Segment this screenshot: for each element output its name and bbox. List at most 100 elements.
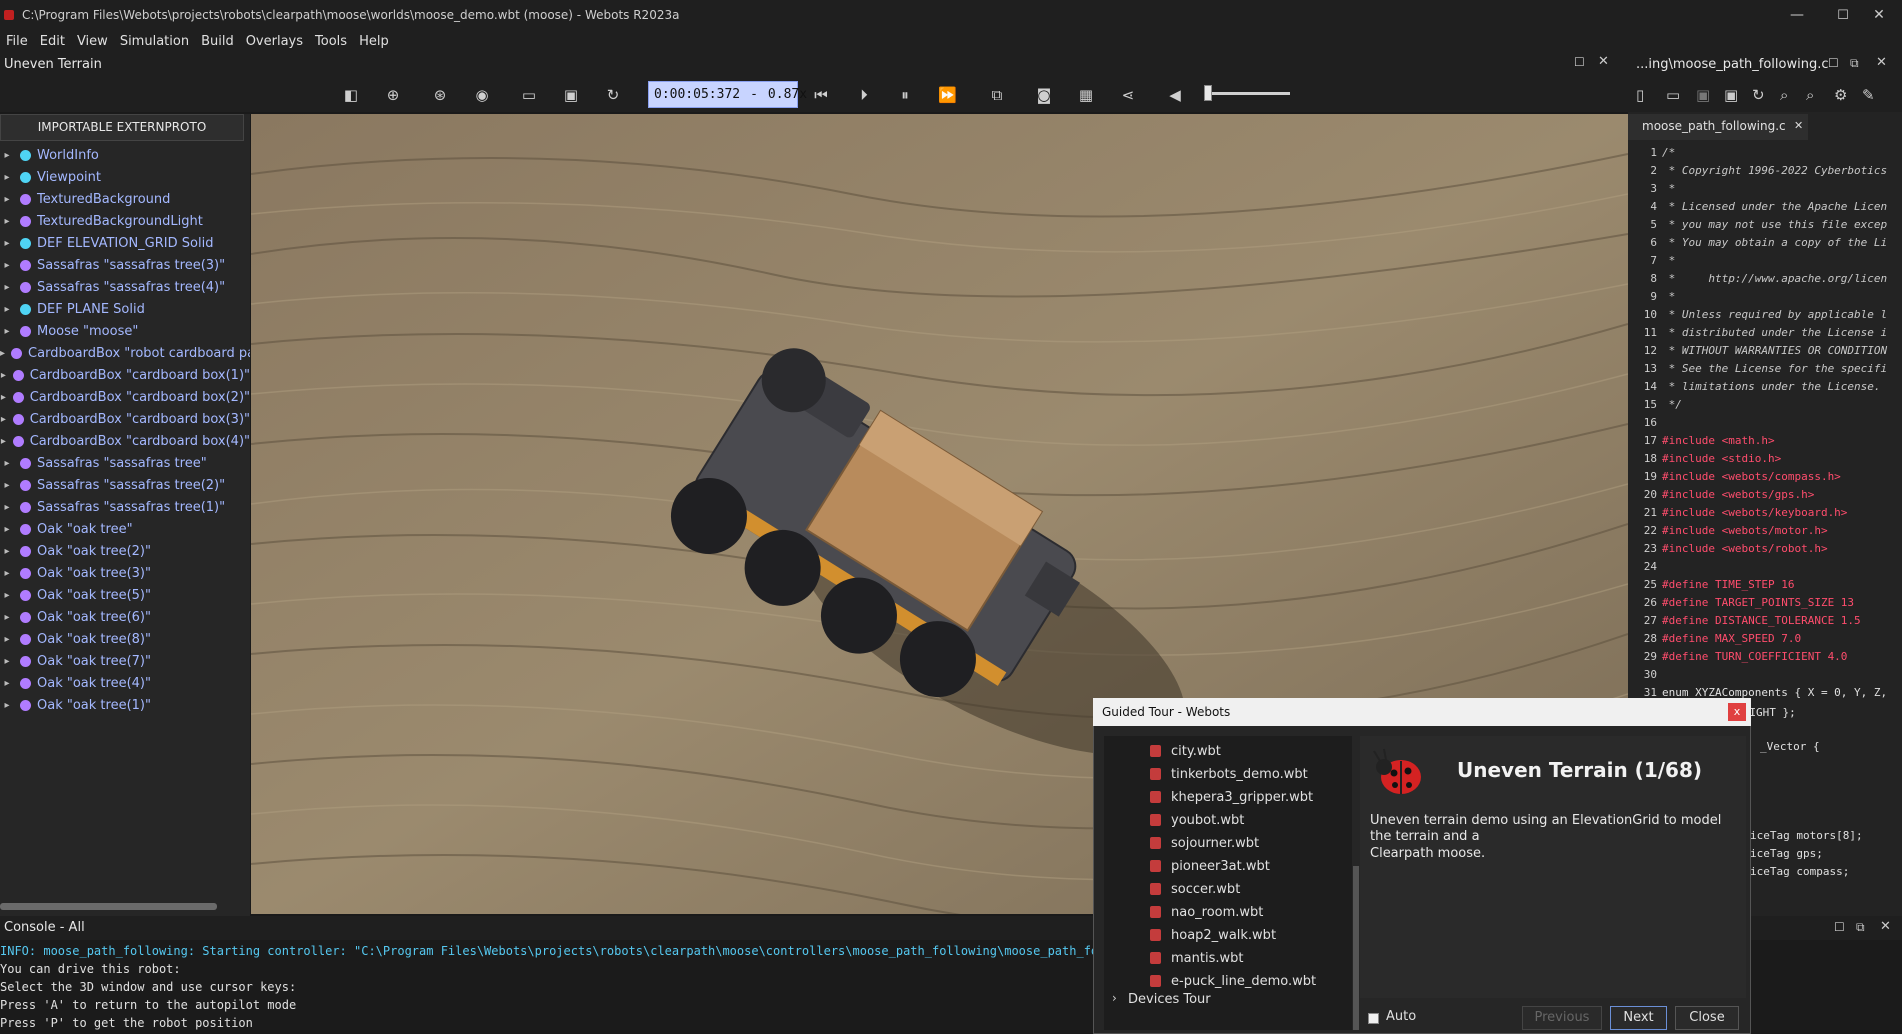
chevron-right-icon[interactable]: ▸ (0, 370, 7, 381)
tour-world-item[interactable]: nao_room.wbt (1150, 901, 1263, 923)
float-editor-icon[interactable]: ☐ (1828, 56, 1839, 70)
scene-tree-node[interactable]: ▸ DEF ELEVATION_GRID Solid (0, 232, 250, 254)
close-view-icon[interactable]: ✕ (1598, 54, 1609, 69)
open-file-icon[interactable]: ▭ (1666, 86, 1680, 104)
maximize-editor-icon[interactable]: ⧉ (1850, 56, 1859, 71)
pause-icon[interactable]: ⏸ (896, 86, 914, 104)
next-button[interactable]: Next (1610, 1006, 1667, 1030)
scene-tree-node[interactable]: ▸ Oak "oak tree(6)" (0, 606, 250, 628)
scene-tree-node[interactable]: ▸ Oak "oak tree(2)" (0, 540, 250, 562)
tour-world-item[interactable]: hoap2_walk.wbt (1150, 924, 1276, 946)
volume-slider-handle[interactable] (1204, 85, 1212, 101)
previous-button[interactable]: Previous (1522, 1006, 1602, 1030)
hide-scene-tree-icon[interactable]: ◧ (342, 86, 360, 104)
chevron-right-icon[interactable]: ▸ (0, 590, 14, 601)
tour-world-item[interactable]: mantis.wbt (1150, 947, 1243, 969)
scene-tree-node[interactable]: ▸ Viewpoint (0, 166, 250, 188)
tour-world-item[interactable]: sojourner.wbt (1150, 832, 1259, 854)
tour-world-item[interactable]: soccer.wbt (1150, 878, 1240, 900)
scene-tree-node[interactable]: ▸ Sassafras "sassafras tree(1)" (0, 496, 250, 518)
menu-tools[interactable]: Tools (309, 34, 353, 49)
chevron-right-icon[interactable]: ▸ (0, 634, 14, 645)
scene-tree-node[interactable]: ▸ WorldInfo (0, 144, 250, 166)
chevron-right-icon[interactable]: ▸ (0, 194, 14, 205)
scene-tree-node[interactable]: ▸ Sassafras "sassafras tree" (0, 452, 250, 474)
chevron-right-icon[interactable]: ▸ (0, 568, 14, 579)
reset-viewpoint-icon[interactable]: ⊛ (431, 86, 449, 104)
float-console-icon[interactable]: ☐ (1834, 920, 1845, 934)
scene-tree-node[interactable]: ▸ CardboardBox "cardboard box(4)" (0, 430, 250, 452)
devices-tour-section[interactable]: Devices Tour (1128, 992, 1211, 1007)
chevron-right-icon[interactable]: ▸ (0, 480, 14, 491)
screenshot-icon[interactable]: ◙ (1035, 86, 1053, 104)
record-movie-icon[interactable]: ▦ (1077, 86, 1095, 104)
chevron-right-icon[interactable]: ▸ (0, 304, 14, 315)
step-icon[interactable]: ⏵ (855, 86, 873, 104)
tour-world-item[interactable]: tinkerbots_demo.wbt (1150, 763, 1308, 785)
maximize-console-icon[interactable]: ⧉ (1856, 920, 1865, 935)
save-world-icon[interactable]: ▣ (562, 86, 580, 104)
chevron-right-icon[interactable]: ▸ (0, 150, 14, 161)
volume-slider-track[interactable] (1204, 92, 1290, 95)
chevron-right-icon[interactable]: ▸ (0, 612, 14, 623)
scene-tree-node[interactable]: ▸ DEF PLANE Solid (0, 298, 250, 320)
chevron-right-icon[interactable]: ▸ (0, 216, 14, 227)
scene-tree-node[interactable]: ▸ Sassafras "sassafras tree(4)" (0, 276, 250, 298)
auto-checkbox[interactable] (1368, 1013, 1379, 1024)
close-tour-button[interactable]: Close (1675, 1006, 1739, 1030)
menu-view[interactable]: View (71, 34, 114, 49)
build-settings-icon[interactable]: ⚙ (1834, 86, 1847, 104)
scene-tree-node[interactable]: ▸ Oak "oak tree(4)" (0, 672, 250, 694)
scene-tree-node[interactable]: ▸ Sassafras "sassafras tree(2)" (0, 474, 250, 496)
scene-tree-node[interactable]: ▸ Sassafras "sassafras tree(3)" (0, 254, 250, 276)
menu-file[interactable]: File (0, 34, 34, 49)
eye-icon[interactable]: ◉ (473, 86, 491, 104)
chevron-right-icon[interactable]: ▸ (0, 414, 7, 425)
scene-tree-node[interactable]: ▸ CardboardBox "cardboard box(3)" (0, 408, 250, 430)
scene-tree-node[interactable]: ▸ CardboardBox "robot cardboard pay (0, 342, 250, 364)
chevron-right-icon[interactable]: ▸ (0, 436, 7, 447)
tour-world-item[interactable]: pioneer3at.wbt (1150, 855, 1270, 877)
chevron-right-icon[interactable]: ▸ (0, 392, 7, 403)
close-window-button[interactable]: ✕ (1856, 0, 1902, 30)
tour-list-scrollbar-track[interactable] (1352, 736, 1360, 1030)
reset-simulation-icon[interactable]: ⏮ (812, 86, 830, 104)
tour-world-item[interactable]: youbot.wbt (1150, 809, 1244, 831)
chevron-right-icon[interactable]: ▸ (0, 282, 14, 293)
save-as-icon[interactable]: ▣ (1724, 86, 1738, 104)
menu-simulation[interactable]: Simulation (114, 34, 195, 49)
revert-icon[interactable]: ↻ (1752, 86, 1765, 104)
editor-tab-close-icon[interactable]: ✕ (1794, 119, 1803, 132)
open-world-icon[interactable]: ▭ (520, 86, 538, 104)
chevron-right-icon[interactable]: ▸ (0, 260, 14, 271)
rendering-icon[interactable]: ⧉ (988, 86, 1006, 104)
reload-world-icon[interactable]: ↻ (604, 86, 622, 104)
chevron-right-icon[interactable]: ▸ (0, 678, 14, 689)
tour-world-item[interactable]: city.wbt (1150, 740, 1221, 762)
scene-tree-node[interactable]: ▸ Oak "oak tree" (0, 518, 250, 540)
menu-edit[interactable]: Edit (34, 34, 71, 49)
chevron-right-icon[interactable]: ▸ (0, 656, 14, 667)
save-file-icon[interactable]: ▣ (1696, 86, 1710, 104)
scene-tree-node[interactable]: ▸ Oak "oak tree(1)" (0, 694, 250, 716)
new-file-icon[interactable]: ▯ (1636, 86, 1644, 104)
close-tour-icon[interactable]: x (1728, 703, 1746, 721)
menu-build[interactable]: Build (195, 34, 240, 49)
chevron-right-icon[interactable]: ▸ (0, 546, 14, 557)
scene-tree-node[interactable]: ▸ CardboardBox "cardboard box(2)" (0, 386, 250, 408)
scene-tree-node[interactable]: ▸ TexturedBackground (0, 188, 250, 210)
importable-externproto-header[interactable]: IMPORTABLE EXTERNPROTO (0, 114, 244, 141)
find-icon[interactable]: ⌕ (1780, 86, 1788, 104)
scene-tree-node[interactable]: ▸ Moose "moose" (0, 320, 250, 342)
menu-overlays[interactable]: Overlays (240, 34, 309, 49)
chevron-right-icon[interactable]: ▸ (0, 524, 14, 535)
close-editor-icon[interactable]: ✕ (1876, 55, 1887, 70)
close-console-icon[interactable]: ✕ (1880, 919, 1891, 934)
chevron-right-icon[interactable]: ▸ (0, 700, 14, 711)
editor-tab[interactable]: moose_path_following.c ✕ (1628, 114, 1808, 140)
chevron-right-icon[interactable]: ▸ (0, 238, 14, 249)
scene-tree-node[interactable]: ▸ CardboardBox "cardboard box(1)" (0, 364, 250, 386)
scene-tree-scrollbar[interactable] (0, 903, 217, 910)
scene-tree-node[interactable]: ▸ TexturedBackgroundLight (0, 210, 250, 232)
tour-list-scrollbar-thumb[interactable] (1353, 866, 1359, 1030)
